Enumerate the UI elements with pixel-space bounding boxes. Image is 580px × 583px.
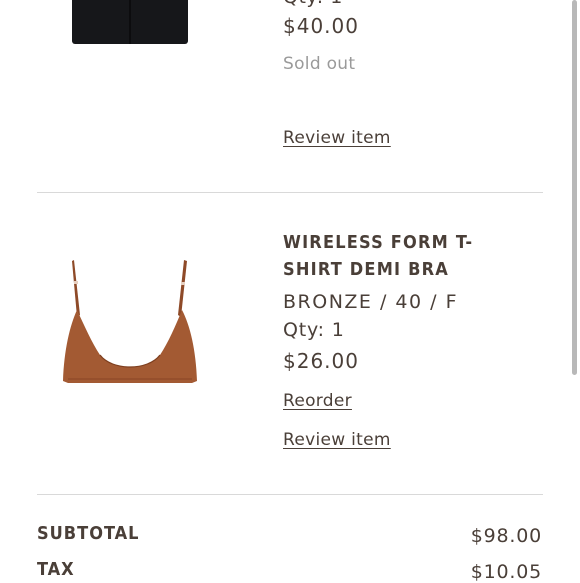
product-image-shorts — [72, 0, 188, 44]
product-price: $26.00 — [283, 349, 359, 373]
top-item-status: Sold out — [283, 54, 356, 74]
scrollbar[interactable] — [572, 0, 577, 375]
top-item-price: $40.00 — [283, 14, 359, 38]
tax-label: TAX — [37, 559, 75, 580]
divider — [37, 494, 543, 495]
product-qty: Qty: 1 — [283, 319, 345, 341]
bra-product-image — [63, 260, 197, 383]
reorder-link[interactable]: Reorder — [283, 391, 352, 411]
review-item-link[interactable]: Review item — [283, 430, 391, 450]
subtotal-label: SUBTOTAL — [37, 523, 140, 544]
top-item-qty: Qty: 1 — [283, 0, 343, 8]
product-variant: BRONZE / 40 / F — [283, 291, 458, 313]
subtotal-value: $98.00 — [470, 525, 542, 547]
top-item-review-link[interactable]: Review item — [283, 128, 391, 148]
divider — [37, 192, 543, 193]
product-title: WIRELESS FORM T-SHIRT DEMI BRA — [283, 232, 474, 280]
